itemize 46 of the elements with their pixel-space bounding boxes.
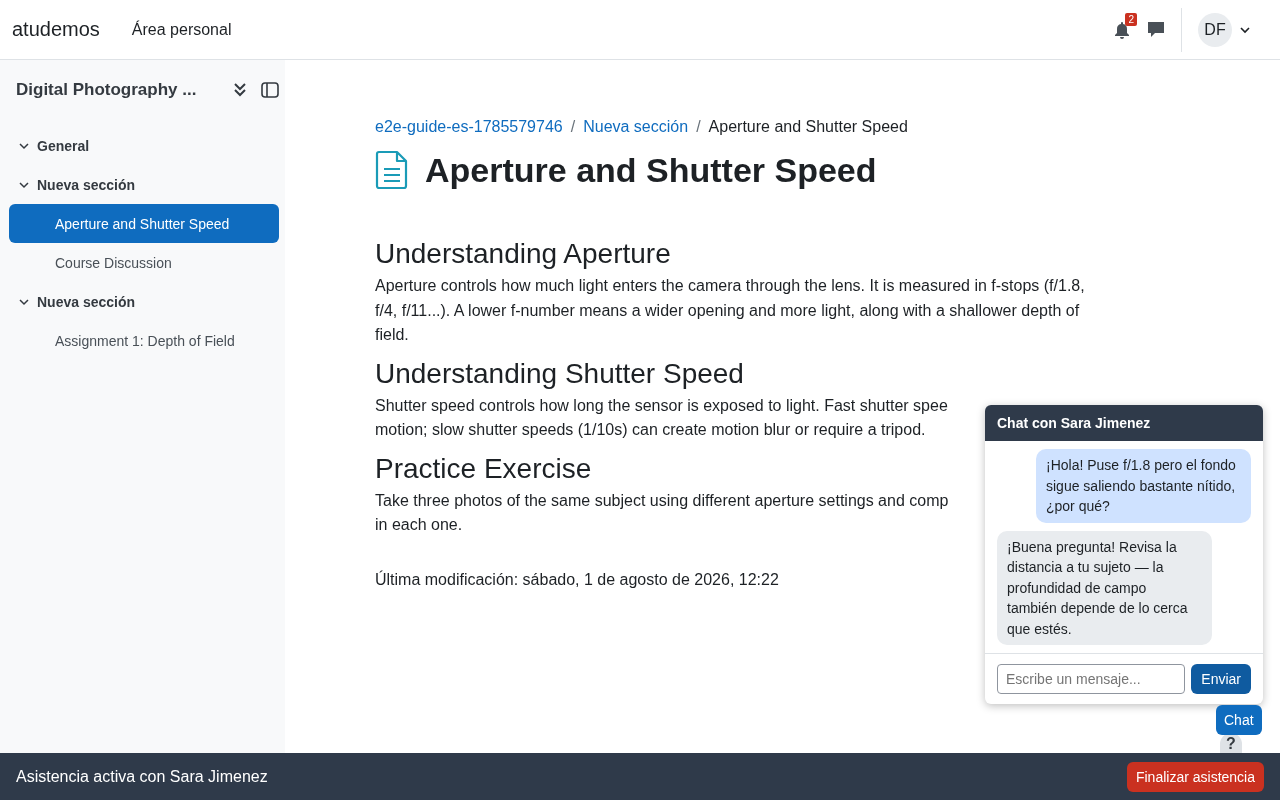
paragraph-line: motion; slow shutter speeds (1/10s) can create motion blur or require a tripod. [375,420,926,440]
breadcrumb-current: Aperture and Shutter Speed [708,118,908,136]
chevron-icon[interactable] [19,179,29,190]
nav-link[interactable]: Área personal [131,20,232,39]
speech-bubble-icon[interactable] [1147,21,1165,38]
last-modified-text: Última modificación: sábado, 1 de agosto de 2026, 12:22 [375,570,779,589]
paragraph-line: Take three photos of the same subject using different aperture settings and comp [375,490,949,511]
chat-toggle-button[interactable]: Chat [1216,705,1262,735]
help-button[interactable]: ? [1220,733,1242,753]
paragraph-line: f/4, f/11...). A lower f-number means a wider opening and more light, along with a shallower depth of [375,300,1080,321]
chevron-icon[interactable] [19,140,29,151]
paragraph-line: field. [375,325,409,345]
section-heading: Understanding Aperture [375,238,671,270]
bell-icon[interactable] [1114,20,1130,39]
section-item[interactable]: General [9,126,279,165]
site-brand[interactable]: atudemos [12,18,100,41]
sent-message: ¡Hola! Puse f/1.8 pero el fondo sigue saliendo bastante nítido, ¿por qué? [1036,449,1251,523]
document-icon [375,150,409,190]
chevron-icon[interactable] [19,296,29,307]
section-heading: Practice Exercise [375,452,592,485]
user-avatar[interactable]: DF [1198,12,1232,47]
breadcrumb-separator: / [696,118,701,136]
section-item[interactable]: Nueva sección [9,165,279,204]
activity-item[interactable]: Course Discussion [9,243,279,282]
sidebar-toggle-icon[interactable] [261,82,279,98]
activity-item[interactable]: Assignment 1: Depth of Field [9,321,279,360]
chat-title: Chat con Sara Jimenez [985,405,1263,441]
page-title: Aperture and Shutter Speed [425,150,877,190]
message-input[interactable]: Escribe un mensaje... [997,664,1186,694]
activity-item[interactable]: Aperture and Shutter Speed [9,204,279,243]
end-assistance-button[interactable]: Finalizar asistencia [1126,761,1264,792]
breadcrumb-link[interactable]: e2e-guide-es-1785579746 [375,118,563,136]
section-heading: Understanding Shutter Speed [375,357,744,390]
breadcrumb-link[interactable]: Nueva sección [583,118,689,136]
collapse-all-icon[interactable] [233,82,247,98]
section-item[interactable]: Nueva sección [9,282,279,321]
paragraph-line: in each one. [375,515,463,535]
paragraph-line: Aperture controls how much light enters the camera through the lens. It is measured in f-stops (f/1.8, [375,276,1085,296]
send-button[interactable]: Enviar [1191,664,1251,694]
received-message: ¡Buena pregunta! Revisa la distancia a tu sujeto — la profundidad de campo también depende de lo cerca que estés. [997,530,1212,645]
notification-count: 2 [1125,12,1137,26]
paragraph-line: Shutter speed controls how long the sensor is exposed to light. Fast shutter spee [375,395,948,416]
caret-icon[interactable] [1240,25,1250,34]
breadcrumb-separator: / [570,118,576,136]
assistance-status: Asistencia activa con Sara Jimenez [16,767,268,786]
course-title: Digital Photography ... [16,80,198,100]
